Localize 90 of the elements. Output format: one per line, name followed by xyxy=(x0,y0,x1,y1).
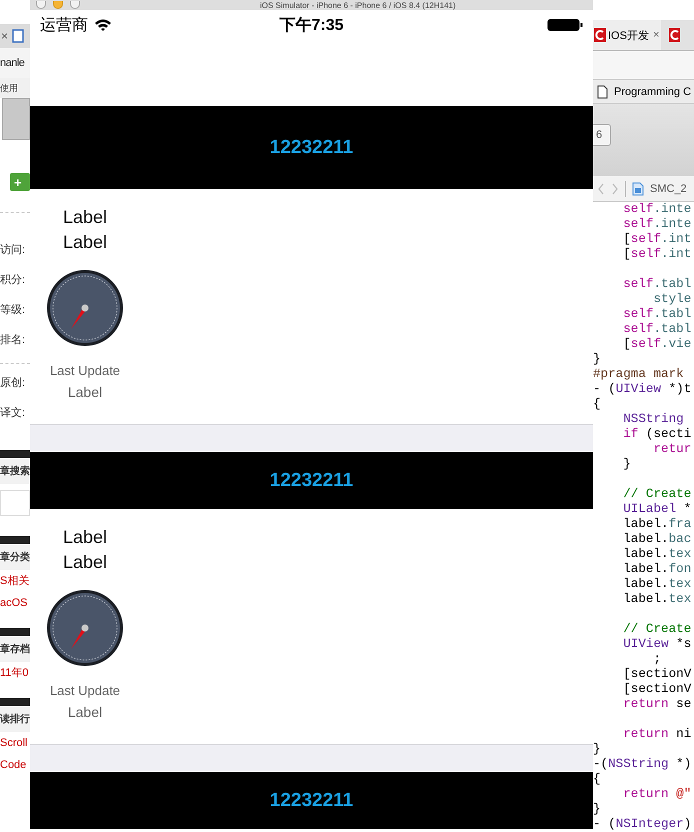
label-text: Label xyxy=(62,526,108,549)
carrier-name: 运营商 xyxy=(40,16,88,36)
section-bar xyxy=(0,536,30,544)
code-line: if (secti xyxy=(622,427,692,442)
code-line: #pragma mark xyxy=(593,367,685,382)
label-text: Label xyxy=(62,551,108,574)
document-icon xyxy=(597,84,608,99)
code-line: self.tabl xyxy=(622,322,692,338)
logo-icon xyxy=(669,28,680,42)
code-line: label.tex xyxy=(622,547,692,562)
tab-title: IOS开发 xyxy=(608,28,649,42)
label-text: Label xyxy=(62,231,108,254)
stat-label: 积分: xyxy=(0,273,26,288)
section-title: 12232211 xyxy=(270,790,354,812)
code-line: ; xyxy=(652,652,662,668)
code-line: - (NSInteger) xyxy=(593,817,692,832)
code-line: { xyxy=(593,397,602,412)
code-line: // Create xyxy=(622,487,692,502)
photo-placeholder xyxy=(2,98,30,140)
article-link[interactable]: Scroll xyxy=(0,732,30,754)
code-line: self.tabl xyxy=(622,277,692,292)
code-line: self.tabl xyxy=(622,307,692,322)
code-line: [sectionV xyxy=(622,667,692,682)
file-icon xyxy=(632,182,644,196)
update-value: Label xyxy=(68,383,102,402)
favicon-icon xyxy=(12,29,24,43)
section-heading: 章分类 xyxy=(0,550,30,565)
code-line: label.fon xyxy=(622,562,692,578)
code-line: [self.vie xyxy=(622,337,692,352)
section-heading: 读排行 xyxy=(0,712,30,727)
code-line: label.tex xyxy=(622,592,692,608)
code-line: style xyxy=(652,292,692,308)
browser-tab[interactable]: IOS开发 × xyxy=(593,20,662,50)
code-line: label.bac xyxy=(622,532,692,548)
code-line: } xyxy=(622,457,632,472)
section-bar xyxy=(0,450,30,458)
last-update-label: Last Update xyxy=(50,682,120,700)
update-value: Label xyxy=(68,703,102,722)
wifi-icon xyxy=(94,18,112,32)
bookmark-text: 使用 xyxy=(0,82,18,94)
stat-label: 译文: xyxy=(0,406,26,421)
section-bar xyxy=(0,628,30,636)
article-link[interactable]: S相关 xyxy=(0,570,30,592)
code-line: retur xyxy=(652,442,692,458)
stat-label: 原创: xyxy=(0,376,26,391)
article-link[interactable]: Code xyxy=(0,754,30,776)
code-line: label.fra xyxy=(622,517,692,532)
forward-chevron-icon xyxy=(611,182,619,196)
tab-close-button[interactable]: × xyxy=(650,29,662,41)
battery-icon xyxy=(547,18,583,32)
label-text: Label xyxy=(62,206,108,229)
code-line: self.inte xyxy=(622,217,692,232)
code-line: return se xyxy=(622,697,692,712)
code-line: [sectionV xyxy=(622,682,692,698)
code-line: { xyxy=(593,772,602,788)
code-line: } xyxy=(593,352,602,368)
file-name[interactable]: SMC_2 xyxy=(650,182,687,195)
code-line: [self.int xyxy=(622,232,692,248)
address-text: nanle xyxy=(0,57,24,69)
stat-label: 访问: xyxy=(0,243,26,258)
toolbar-button[interactable]: 6 xyxy=(593,124,611,146)
last-update-label: Last Update xyxy=(50,362,120,380)
article-link[interactable]: acOS xyxy=(0,592,30,614)
code-line: return @" xyxy=(622,787,692,802)
code-line: -(NSString *) xyxy=(593,757,692,772)
tab-close-button[interactable]: × xyxy=(1,29,8,43)
section-bar xyxy=(0,698,30,706)
code-line: label.tex xyxy=(622,577,692,592)
section-title: 12232211 xyxy=(270,470,354,492)
code-line: self.inte xyxy=(622,202,692,218)
add-button[interactable]: + xyxy=(10,173,30,191)
back-chevron-icon xyxy=(597,182,605,196)
stat-label: 等级: xyxy=(0,303,26,318)
code-line: [self.int xyxy=(622,247,692,262)
status-time: 下午7:35 xyxy=(279,16,344,36)
section-heading: 章搜索 xyxy=(0,464,30,479)
code-line: UILabel * xyxy=(622,502,692,518)
code-line: NSString xyxy=(622,412,685,428)
section-heading: 章存档 xyxy=(0,642,30,657)
stat-label: 排名: xyxy=(0,333,26,348)
code-line: UIView *s xyxy=(622,637,692,652)
search-field[interactable] xyxy=(0,490,30,516)
window-title: iOS Simulator - iPhone 6 - iPhone 6 / iOS 8.4 (12H141) xyxy=(260,0,456,10)
code-line: return ni xyxy=(622,727,692,742)
code-line: } xyxy=(593,802,602,818)
code-line: - (UIView *)t xyxy=(593,382,692,398)
code-line: // Create xyxy=(622,622,692,638)
article-link[interactable]: 11年0 xyxy=(0,662,30,684)
section-title: 12232211 xyxy=(270,136,354,158)
code-line: } xyxy=(593,742,602,758)
